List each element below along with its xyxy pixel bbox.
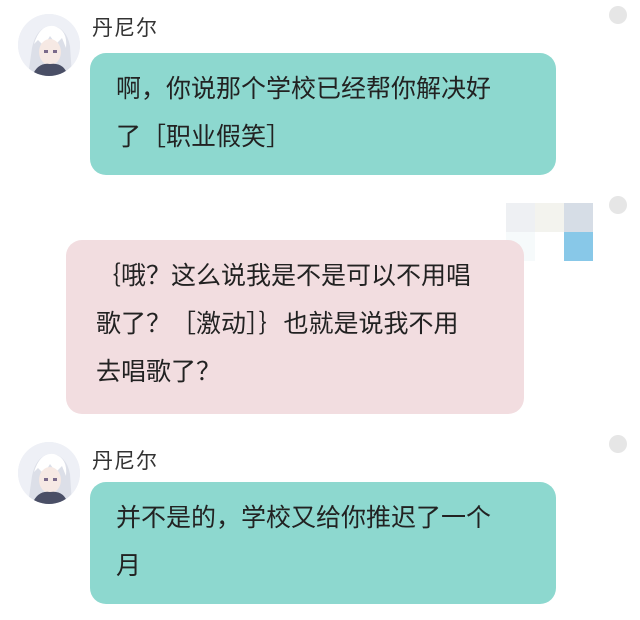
message-bubble[interactable]: ｛哦？这么说我是不是可以不用唱 歌了？［激动］｝也就是说我不用 去唱歌了？ <box>66 240 524 414</box>
status-dot <box>609 6 627 24</box>
message-text-line: 歌了？［激动］｝也就是说我不用 <box>96 309 459 338</box>
message-text-line: 了［职业假笑］ <box>116 122 292 151</box>
message-text-line: 去唱歌了？ <box>96 357 222 386</box>
message-text-line: 并不是的，学校又给你推迟了一个 <box>116 503 492 532</box>
status-dot <box>609 435 627 453</box>
sender-name: 丹尼尔 <box>92 449 158 473</box>
message-text-line: ｛哦？这么说我是不是可以不用唱 <box>96 261 472 290</box>
sender-avatar[interactable] <box>18 442 80 504</box>
message-text-line: 啊，你说那个学校已经帮你解决好 <box>116 74 492 103</box>
sender-name: 丹尼尔 <box>92 16 158 40</box>
message-bubble[interactable]: 并不是的，学校又给你推迟了一个 月 <box>90 482 556 604</box>
message-text-line: 月 <box>116 551 142 580</box>
message-bubble[interactable]: 啊，你说那个学校已经帮你解决好 了［职业假笑］ <box>90 53 556 175</box>
sender-avatar[interactable] <box>18 14 80 76</box>
status-dot <box>609 196 627 214</box>
